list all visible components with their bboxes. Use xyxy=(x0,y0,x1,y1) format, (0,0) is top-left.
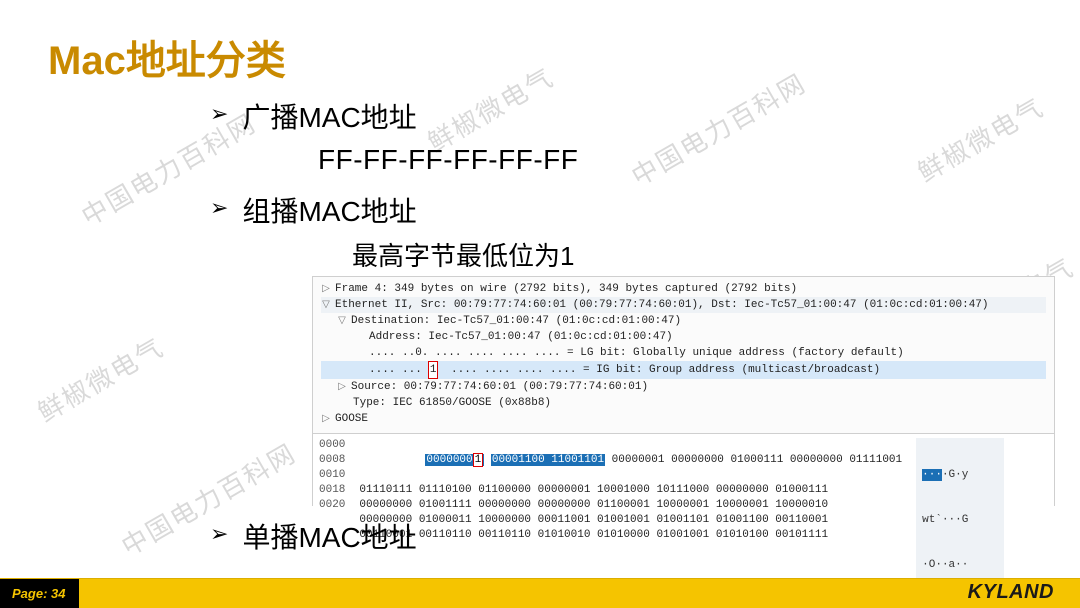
bullet-multicast: ➢ 组播MAC地址 xyxy=(210,190,1030,230)
tree-toggle-icon[interactable]: ▷ xyxy=(337,379,347,395)
hex-offset: 0000 xyxy=(319,438,345,453)
tree-line-addr: Address: Iec-Tc57_01:00:47 (01:0c:cd:01:… xyxy=(369,329,673,345)
slide: 中国电力百科网 鲜椒微电气 中国电力百科网 鲜椒微电气 鲜椒微电气 中国电力百科… xyxy=(0,0,1080,608)
bullet-icon: ➢ xyxy=(210,516,228,552)
hex-row: 00000000 01000011 10000000 00011001 0100… xyxy=(359,513,902,528)
hex-offset: 0018 xyxy=(319,483,345,498)
hex-row: 00000001 00001100 11001101 00000001 0000… xyxy=(359,438,902,483)
bullet-broadcast: ➢ 广播MAC地址 xyxy=(210,96,1030,136)
hex-bit-box: 1 xyxy=(473,453,484,467)
hex-row: 01110111 01110100 01100000 00000001 1000… xyxy=(359,483,902,498)
page-number: Page: 34 xyxy=(0,579,79,608)
wireshark-panel: ▷Frame 4: 349 bytes on wire (2792 bits),… xyxy=(312,276,1055,506)
hex-row: 00110001 00110110 00110110 01010010 0101… xyxy=(359,528,902,543)
watermark: 鲜椒微电气 xyxy=(30,327,170,429)
hex-ascii-row: ·O··a·· xyxy=(922,558,998,573)
hex-selected-b: 00001100 11001101 xyxy=(491,454,605,466)
brand-logo: KYLAND xyxy=(968,581,1054,604)
hex-rest: 00000001 00000000 01000111 00000000 0111… xyxy=(605,454,902,466)
tree-toggle-icon[interactable]: ▽ xyxy=(337,313,347,329)
ig-bit-highlight: 1 xyxy=(428,361,439,379)
bullet-label: 组播MAC地址 xyxy=(242,190,416,230)
ig-suffix: .... .... .... .... = IG bit: Group addr… xyxy=(444,362,880,378)
tree-line-frame: Frame 4: 349 bytes on wire (2792 bits), … xyxy=(335,281,797,297)
ig-prefix: .... ... xyxy=(369,362,422,378)
hex-offset: 0008 xyxy=(319,453,345,468)
bullet-icon: ➢ xyxy=(210,190,228,226)
tree-line-lg: .... ..0. .... .... .... .... = LG bit: … xyxy=(369,345,904,361)
tree-line-eth: Ethernet II, Src: 00:79:77:74:60:01 (00:… xyxy=(335,297,989,313)
hex-selected-a: 00000001 xyxy=(425,454,484,466)
tree-line-dst: Destination: Iec-Tc57_01:00:47 (01:0c:cd… xyxy=(351,313,681,329)
ascii-selected: ··· xyxy=(922,469,942,481)
tree-toggle-icon[interactable]: ▷ xyxy=(321,281,331,297)
footer-bar: Page: 34 xyxy=(0,578,1080,608)
tree-line-goose: GOOSE xyxy=(335,411,368,427)
hex-row: 00000000 01001111 00000000 00000000 0110… xyxy=(359,498,902,513)
bullet-unicast-wrap: ➢ 单播MAC地址 xyxy=(210,514,417,556)
hex-ascii-row: wt`···G xyxy=(922,513,998,528)
tree-toggle-icon[interactable]: ▽ xyxy=(321,297,331,313)
bullet-label: 广播MAC地址 xyxy=(242,96,416,136)
hex-offset: 0020 xyxy=(319,498,345,513)
bullet-icon: ➢ xyxy=(210,96,228,132)
tree-line-src: Source: 00:79:77:74:60:01 (00:79:77:74:6… xyxy=(351,379,648,395)
tree-line-ig-row: .... ... 1 .... .... .... .... = IG bit: … xyxy=(321,361,1046,379)
bullet-unicast: ➢ 单播MAC地址 xyxy=(210,516,417,556)
hex-offset: 0010 xyxy=(319,468,345,483)
content-area: ➢ 广播MAC地址 FF-FF-FF-FF-FF-FF ➢ 组播MAC地址 最高… xyxy=(210,94,1030,273)
tree-toggle-icon[interactable]: ▷ xyxy=(321,411,331,427)
packet-tree: ▷Frame 4: 349 bytes on wire (2792 bits),… xyxy=(313,277,1054,433)
broadcast-value: FF-FF-FF-FF-FF-FF xyxy=(318,144,1030,176)
page-title: Mac地址分类 xyxy=(48,28,286,86)
tree-line-type: Type: IEC 61850/GOOSE (0x88b8) xyxy=(353,395,551,411)
bullet-label: 单播MAC地址 xyxy=(242,516,416,556)
hex-ascii-row: ····G·y xyxy=(922,468,998,483)
multicast-note: 最高字节最低位为1 xyxy=(352,236,1030,273)
